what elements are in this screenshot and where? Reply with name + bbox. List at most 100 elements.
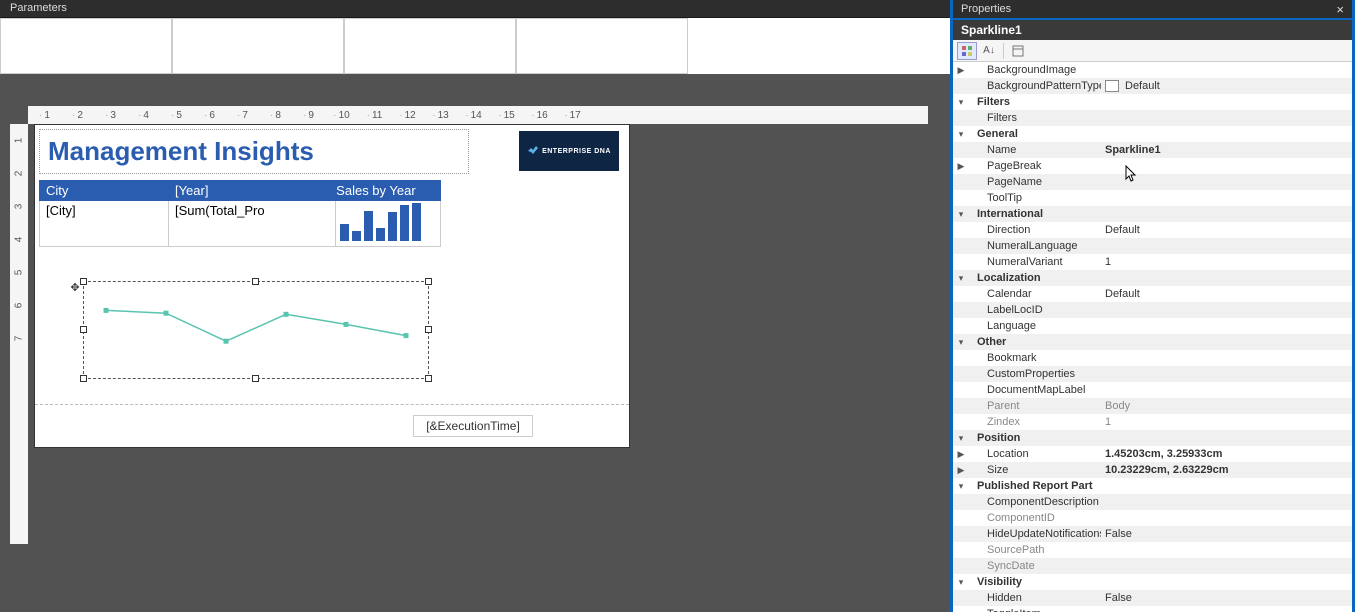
color-swatch — [1105, 80, 1119, 92]
prop-value[interactable]: Default — [1101, 288, 1352, 300]
properties-panel: Properties × Sparkline1 A↓ ▶BackgroundIm… — [950, 0, 1355, 612]
prop-name[interactable]: CustomProperties — [969, 368, 1101, 380]
horizontal-ruler: 1 2 3 4 5 6 7 8 9 10 11 12 13 14 15 16 1… — [28, 106, 928, 124]
toolbar-separator — [1003, 43, 1004, 59]
properties-title: Properties — [961, 3, 1011, 15]
prop-name[interactable]: Calendar — [969, 288, 1101, 300]
prop-value[interactable]: 10.23229cm, 2.63229cm — [1101, 464, 1352, 476]
collapse-icon[interactable]: ▾ — [953, 433, 969, 444]
prop-name[interactable]: PageName — [969, 176, 1101, 188]
prop-value[interactable]: 1.45203cm, 3.25933cm — [1101, 448, 1352, 460]
prop-value[interactable]: Default — [1101, 224, 1352, 236]
expand-icon[interactable]: ▶ — [953, 465, 969, 476]
prop-name: ComponentID — [969, 512, 1101, 524]
prop-name: Parent — [969, 400, 1101, 412]
prop-name[interactable]: Language — [969, 320, 1101, 332]
prop-name[interactable]: BackgroundPatternType — [969, 80, 1101, 92]
prop-name[interactable]: Name — [969, 144, 1101, 156]
resize-handle[interactable] — [252, 375, 259, 382]
alphabetical-icon[interactable]: A↓ — [979, 42, 999, 60]
cell-city[interactable]: [City] — [40, 201, 169, 247]
design-surface[interactable]: 1 2 3 4 5 6 7 8 9 10 11 12 13 14 15 16 1… — [0, 74, 950, 612]
collapse-icon[interactable]: ▾ — [953, 209, 969, 220]
collapse-icon[interactable]: ▾ — [953, 577, 969, 588]
prop-group[interactable]: Visibility — [969, 576, 1101, 588]
prop-name[interactable]: DocumentMapLabel — [969, 384, 1101, 396]
cell-sum[interactable]: [Sum(Total_Pro — [168, 201, 335, 247]
property-grid[interactable]: ▶BackgroundImage BackgroundPatternTypeDe… — [953, 62, 1352, 612]
resize-handle[interactable] — [80, 326, 87, 333]
expand-icon[interactable]: ▶ — [953, 161, 969, 172]
selected-object-name[interactable]: Sparkline1 — [953, 18, 1352, 40]
prop-name[interactable]: LabelLocID — [969, 304, 1101, 316]
cell-sparkline-bars[interactable] — [336, 201, 441, 247]
prop-name[interactable]: ToggleItem — [969, 608, 1101, 612]
logo-text: ENTERPRISE DNA — [542, 148, 611, 155]
col-header-sales[interactable]: Sales by Year — [336, 181, 441, 201]
prop-group[interactable]: International — [969, 208, 1101, 220]
prop-group[interactable]: General — [969, 128, 1101, 140]
properties-header: Properties × — [953, 0, 1352, 18]
resize-handle[interactable] — [80, 375, 87, 382]
collapse-icon[interactable]: ▾ — [953, 273, 969, 284]
prop-value[interactable]: Default — [1101, 80, 1352, 92]
prop-group[interactable]: Other — [969, 336, 1101, 348]
prop-value: 1 — [1101, 416, 1352, 428]
sparkline-selected[interactable]: ✥ — [83, 281, 429, 379]
prop-name[interactable]: ToolTip — [969, 192, 1101, 204]
col-header-year[interactable]: [Year] — [168, 181, 335, 201]
vertical-ruler: 1 2 3 4 5 6 7 — [10, 124, 28, 544]
prop-name[interactable]: Bookmark — [969, 352, 1101, 364]
prop-value[interactable]: 1 — [1101, 256, 1352, 268]
prop-group[interactable]: Filters — [969, 96, 1101, 108]
report-body[interactable]: Management Insights ENTERPRISE DNA City … — [34, 124, 630, 448]
expand-icon[interactable]: ▶ — [953, 65, 969, 76]
categorized-icon[interactable] — [957, 42, 977, 60]
prop-name: SyncDate — [969, 560, 1101, 572]
prop-name[interactable]: Size — [969, 464, 1101, 476]
resize-handle[interactable] — [80, 278, 87, 285]
resize-handle[interactable] — [425, 278, 432, 285]
resize-handle[interactable] — [425, 326, 432, 333]
collapse-icon[interactable]: ▾ — [953, 129, 969, 140]
param-cell[interactable] — [344, 18, 516, 74]
param-cell[interactable] — [172, 18, 344, 74]
prop-name: Zindex — [969, 416, 1101, 428]
property-pages-icon[interactable] — [1008, 42, 1028, 60]
collapse-icon[interactable]: ▾ — [953, 97, 969, 108]
prop-name[interactable]: ComponentDescription — [969, 496, 1101, 508]
execution-time-textbox[interactable]: [&ExecutionTime] — [413, 415, 533, 437]
col-header-city[interactable]: City — [40, 181, 169, 201]
resize-handle[interactable] — [252, 278, 259, 285]
prop-group[interactable]: Position — [969, 432, 1101, 444]
prop-name[interactable]: BackgroundImage — [969, 64, 1101, 76]
prop-name[interactable]: Filters — [969, 112, 1101, 124]
close-icon[interactable]: × — [1336, 2, 1344, 17]
prop-name[interactable]: NumeralLanguage — [969, 240, 1101, 252]
properties-toolbar: A↓ — [953, 40, 1352, 62]
param-cell[interactable] — [0, 18, 172, 74]
report-title[interactable]: Management Insights — [39, 129, 469, 174]
logo-image[interactable]: ENTERPRISE DNA — [519, 131, 619, 171]
prop-name[interactable]: HideUpdateNotifications — [969, 528, 1101, 540]
mini-bar-chart — [336, 201, 440, 243]
prop-name[interactable]: Hidden — [969, 592, 1101, 604]
resize-handle[interactable] — [425, 375, 432, 382]
prop-name[interactable]: Location — [969, 448, 1101, 460]
collapse-icon[interactable]: ▾ — [953, 337, 969, 348]
prop-name[interactable]: Direction — [969, 224, 1101, 236]
prop-value[interactable]: False — [1101, 528, 1352, 540]
collapse-icon[interactable]: ▾ — [953, 481, 969, 492]
param-cell[interactable] — [516, 18, 688, 74]
tablix[interactable]: City [Year] Sales by Year [City] [Sum(To… — [39, 180, 441, 247]
prop-name: SourcePath — [969, 544, 1101, 556]
prop-name[interactable]: PageBreak — [969, 160, 1101, 172]
expand-icon[interactable]: ▶ — [953, 449, 969, 460]
prop-name[interactable]: NumeralVariant — [969, 256, 1101, 268]
prop-value[interactable]: False — [1101, 592, 1352, 604]
prop-group[interactable]: Localization — [969, 272, 1101, 284]
prop-value[interactable]: Sparkline1 — [1101, 144, 1352, 156]
prop-group[interactable]: Published Report Part — [969, 480, 1101, 492]
prop-value: Body — [1101, 400, 1352, 412]
parameters-title: Parameters — [10, 2, 67, 14]
